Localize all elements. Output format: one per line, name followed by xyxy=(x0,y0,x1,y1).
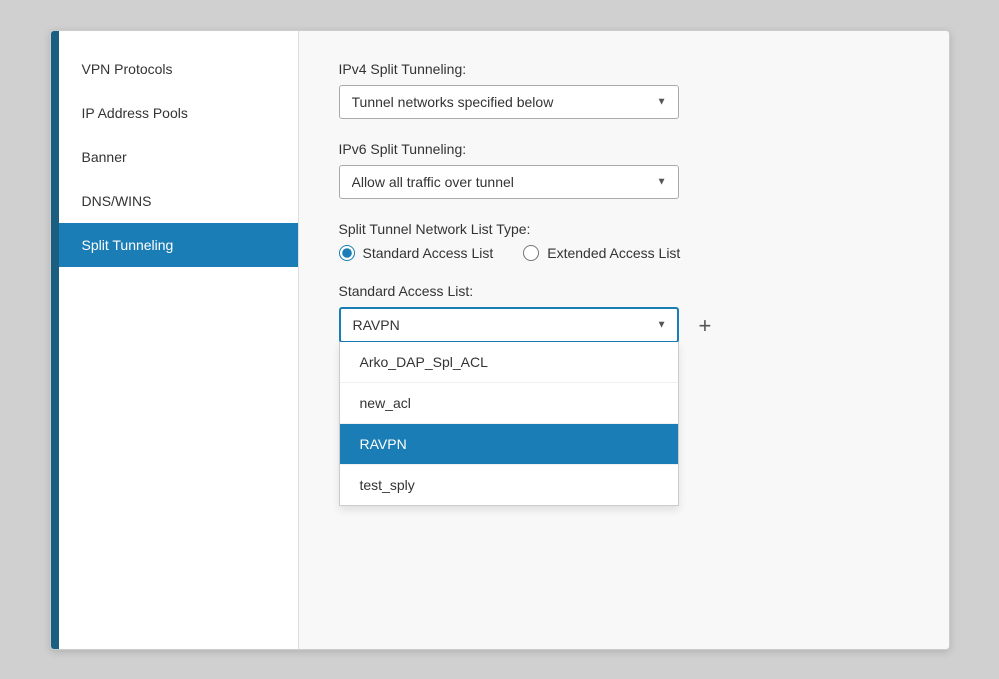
ipv6-select-wrapper: Allow all traffic over tunnel Tunnel net… xyxy=(339,165,679,199)
access-list-dropdown-menu: Arko_DAP_Spl_ACL new_acl RAVPN test_sply xyxy=(339,342,679,506)
radio-standard-label: Standard Access List xyxy=(363,245,494,261)
dropdown-item-arko[interactable]: Arko_DAP_Spl_ACL xyxy=(340,342,678,383)
radio-extended-label: Extended Access List xyxy=(547,245,680,261)
left-accent-bar xyxy=(51,31,59,649)
ipv4-select[interactable]: Tunnel networks specified below Allow al… xyxy=(339,85,679,119)
dropdown-item-new-acl[interactable]: new_acl xyxy=(340,383,678,424)
radio-standard-input[interactable] xyxy=(339,245,355,261)
radio-standard-access-list[interactable]: Standard Access List xyxy=(339,245,494,261)
ipv6-select[interactable]: Allow all traffic over tunnel Tunnel net… xyxy=(339,165,679,199)
ipv6-label: IPv6 Split Tunneling: xyxy=(339,141,909,157)
sidebar-item-banner[interactable]: Banner xyxy=(59,135,298,179)
ipv6-group: IPv6 Split Tunneling: Allow all traffic … xyxy=(339,141,909,199)
main-content: IPv4 Split Tunneling: Tunnel networks sp… xyxy=(299,31,949,649)
access-list-row: RAVPN ▼ Arko_DAP_Spl_ACL new_acl RAVPN t… xyxy=(339,307,909,343)
dropdown-item-test-sply[interactable]: test_sply xyxy=(340,465,678,505)
sidebar-item-ip-address-pools[interactable]: IP Address Pools xyxy=(59,91,298,135)
sidebar: VPN Protocols IP Address Pools Banner DN… xyxy=(59,31,299,649)
access-list-dropdown-trigger[interactable]: RAVPN xyxy=(339,307,679,343)
access-list-section: Standard Access List: RAVPN ▼ Arko_DAP_S… xyxy=(339,283,909,343)
access-list-label: Standard Access List: xyxy=(339,283,909,299)
sidebar-item-split-tunneling[interactable]: Split Tunneling xyxy=(59,223,298,267)
ipv4-label: IPv4 Split Tunneling: xyxy=(339,61,909,77)
ipv4-group: IPv4 Split Tunneling: Tunnel networks sp… xyxy=(339,61,909,119)
ipv4-select-wrapper: Tunnel networks specified below Allow al… xyxy=(339,85,679,119)
radio-extended-access-list[interactable]: Extended Access List xyxy=(523,245,680,261)
network-list-type-group: Split Tunnel Network List Type: Standard… xyxy=(339,221,909,261)
add-access-list-button[interactable]: + xyxy=(691,311,720,341)
network-list-type-label: Split Tunnel Network List Type: xyxy=(339,221,909,237)
access-list-dropdown-container: RAVPN ▼ Arko_DAP_Spl_ACL new_acl RAVPN t… xyxy=(339,307,679,343)
sidebar-item-vpn-protocols[interactable]: VPN Protocols xyxy=(59,47,298,91)
radio-options: Standard Access List Extended Access Lis… xyxy=(339,245,909,261)
dropdown-item-ravpn[interactable]: RAVPN xyxy=(340,424,678,465)
sidebar-item-dns-wins[interactable]: DNS/WINS xyxy=(59,179,298,223)
radio-extended-input[interactable] xyxy=(523,245,539,261)
